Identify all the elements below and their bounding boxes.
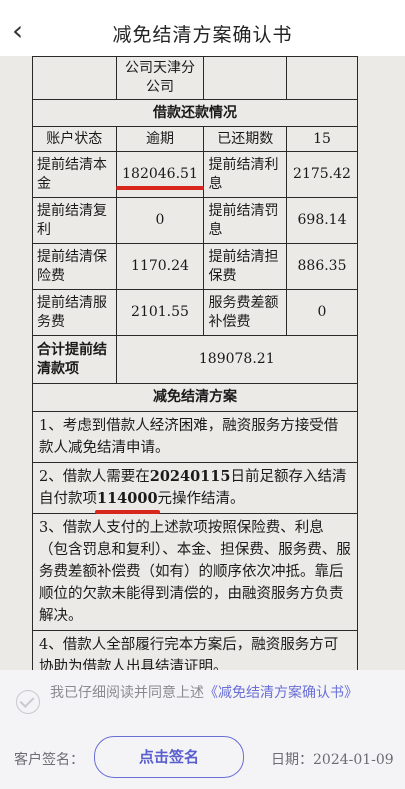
agreement-link[interactable]: 《减免结清方案确认书》 <box>204 685 358 701</box>
total-row: 合计提前结清款项 189078.21 <box>32 335 359 384</box>
table-row: 提前结清服务费 2101.55 服务费差额补偿费 0 <box>32 289 358 336</box>
agreement-text: 我已仔细阅读并同意上述《减免结清方案确认书》 <box>50 685 358 701</box>
top-bar: ‹ 减免结清方案确认书 <box>0 0 405 62</box>
repayment-section-header: 借款还款情况 <box>32 99 358 127</box>
total-label: 合计提前结清款项 <box>32 335 117 384</box>
signature-label: 客户签名： <box>14 752 84 768</box>
document-view[interactable]: 公司天津分公司 借款还款情况 账户状态 逾期 已还期数 15 提前结清本金 18… <box>0 56 405 670</box>
plan-item-2: 2、借款人需要在20240115日前足额存入结清自付款项114000元操作结清。 <box>32 462 358 514</box>
plan-item-1: 1、考虑到借款人经济困难，融资服务方接受借款人减免结清申请。 <box>32 411 358 463</box>
plan-item-4: 4、借款人全部履行完本方案后，融资服务方可协助为借款人出具结清证明。 <box>32 630 358 670</box>
table-row: 账户状态 逾期 已还期数 15 <box>32 126 358 152</box>
deadline-date: 20240115 <box>149 468 231 485</box>
confirmation-table: 公司天津分公司 借款还款情况 账户状态 逾期 已还期数 15 提前结清本金 18… <box>32 56 359 670</box>
table-row: 提前结清复利 0 提前结清罚息 698.14 <box>32 197 358 244</box>
sign-button[interactable]: 点击签名 <box>94 736 244 778</box>
plan-item-3: 3、借款人支付的上述款项按照保险费、利息（包含罚息和复利）、本金、担保费、服务费… <box>32 513 358 631</box>
settlement-amount: 114000 <box>95 488 160 514</box>
plan-section-header: 减免结清方案 <box>32 383 358 412</box>
principal-value: 182046.51 <box>116 166 204 190</box>
total-value: 189078.21 <box>115 335 359 384</box>
page-title: 减免结清方案确认书 <box>112 24 293 46</box>
date-display: 日期：2024-01-09 <box>271 752 394 768</box>
partial-company-cell: 公司天津分公司 <box>115 56 205 100</box>
bottom-panel: 我已仔细阅读并同意上述《减免结清方案确认书》 客户签名： 点击签名 日期：202… <box>0 670 405 789</box>
table-row: 提前结清本金 182046.51 提前结清利息 2175.42 <box>32 151 358 198</box>
agree-check-icon[interactable] <box>16 690 40 714</box>
table-row: 提前结清保险费 1170.24 提前结清担保费 886.35 <box>32 243 358 290</box>
